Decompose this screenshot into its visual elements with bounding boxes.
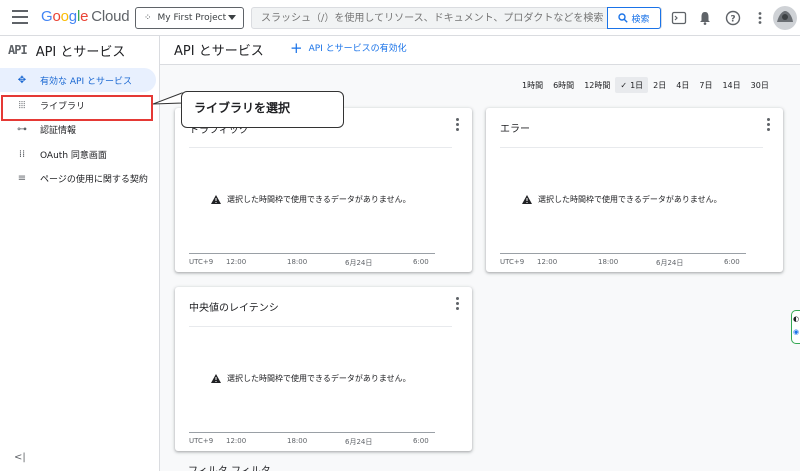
tick-label: 12:00 xyxy=(226,437,247,445)
callout-annotation: ライブラリを選択 xyxy=(181,91,344,128)
terminal-icon[interactable] xyxy=(671,10,687,26)
tick-label: 18:00 xyxy=(598,258,619,266)
google-cloud-logo[interactable]: Google Cloud xyxy=(41,8,130,25)
sidebar-item-oauth-consent[interactable]: ⁞⁞ OAuth 同意画面 xyxy=(0,142,158,166)
search-input[interactable] xyxy=(252,8,608,28)
card-gridline xyxy=(189,326,452,327)
range-14d[interactable]: 14日 xyxy=(717,77,745,93)
highlight-box xyxy=(1,95,153,121)
key-icon: ⊶ xyxy=(17,123,27,135)
bell-icon[interactable] xyxy=(697,10,713,26)
tick-label: 12:00 xyxy=(537,258,558,266)
tick-label: 18:00 xyxy=(287,437,308,445)
project-picker[interactable]: ⁘ My First Project xyxy=(135,7,244,29)
panel-tab-icon: ◐ xyxy=(793,315,800,323)
plus-icon: + xyxy=(290,38,303,57)
sidebar-item-enabled-apis[interactable]: ✥ 有効な API とサービス xyxy=(0,68,156,92)
tick-label: 6:00 xyxy=(413,258,429,266)
warning-icon xyxy=(211,374,221,383)
sidebar-item-page-agreements[interactable]: ≡ ページの使用に関する契約 xyxy=(0,166,158,190)
svg-text:?: ? xyxy=(730,14,735,24)
agreements-icon: ≡ xyxy=(17,172,27,184)
range-6h[interactable]: 6時間 xyxy=(548,77,579,93)
range-30d[interactable]: 30日 xyxy=(746,77,774,93)
tick-label: 6月24日 xyxy=(345,259,373,267)
sidebar-title: API とサービス xyxy=(35,44,126,60)
enabled-apis-icon: ✥ xyxy=(17,74,27,86)
more-vert-icon[interactable] xyxy=(767,118,771,132)
traffic-card: トラフィック 選択した時間枠で使用できるデータがありません。 UTC+9 12:… xyxy=(175,108,472,272)
tick-label: 6:00 xyxy=(413,437,429,445)
search-icon xyxy=(618,13,629,23)
side-panel-tab[interactable]: ◐ ◉ xyxy=(791,310,800,344)
latency-card: 中央値のレイテンシ 選択した時間枠で使用できるデータがありません。 UTC+9 … xyxy=(175,287,472,451)
api-badge: API xyxy=(8,43,28,57)
page-title: API とサービス xyxy=(174,44,264,59)
avatar-image xyxy=(773,6,797,30)
search-button[interactable]: 検索 xyxy=(607,7,661,29)
panel-tab-icon: ◉ xyxy=(793,328,800,336)
errors-card: エラー 選択した時間枠で使用できるデータがありません。 UTC+9 12:00 … xyxy=(486,108,783,272)
card-title: エラー xyxy=(500,124,530,135)
range-12h[interactable]: 12時間 xyxy=(579,77,615,93)
chevron-down-icon xyxy=(228,15,236,20)
x-axis xyxy=(500,253,746,254)
no-data-message: 選択した時間枠で使用できるデータがありません。 xyxy=(211,194,411,205)
tick-label: UTC+9 xyxy=(500,258,525,266)
card-gridline xyxy=(500,147,763,148)
card-title: 中央値のレイテンシ xyxy=(189,303,279,314)
tick-label: UTC+9 xyxy=(189,258,214,266)
more-vert-icon[interactable] xyxy=(752,10,768,26)
check-icon: ✓ xyxy=(620,80,628,90)
more-vert-icon[interactable] xyxy=(456,297,460,311)
project-icon: ⁘ xyxy=(144,13,152,23)
range-7d[interactable]: 7日 xyxy=(694,77,717,93)
bottom-section-title: フィルタ フィルタ xyxy=(188,462,271,471)
tick-label: 6:00 xyxy=(724,258,740,266)
consent-icon: ⁞⁞ xyxy=(18,148,26,160)
top-bar: GoogleCloud ⁘ My First Project 検索 ? xyxy=(0,0,800,36)
help-icon[interactable]: ? xyxy=(725,10,741,26)
project-name: My First Project xyxy=(157,13,227,23)
time-range-selector: 1時間 6時間 12時間 ✓ 1日 2日 4日 7日 14日 30日 xyxy=(517,77,774,93)
x-axis xyxy=(189,432,435,433)
more-vert-icon[interactable] xyxy=(456,118,460,132)
hamburger-menu-icon[interactable] xyxy=(12,10,28,24)
avatar[interactable] xyxy=(773,6,797,30)
sidebar-header: API API とサービス xyxy=(8,40,125,60)
range-1d[interactable]: ✓ 1日 xyxy=(615,77,649,93)
range-2d[interactable]: 2日 xyxy=(648,77,671,93)
enable-apis-button[interactable]: + API とサービスの有効化 xyxy=(290,38,407,57)
search-box: 検索 xyxy=(251,7,662,29)
range-1h[interactable]: 1時間 xyxy=(517,77,548,93)
warning-icon xyxy=(211,195,221,204)
x-axis xyxy=(189,253,435,254)
collapse-sidebar-icon[interactable]: <| xyxy=(14,452,26,463)
warning-icon xyxy=(522,195,532,204)
range-4d[interactable]: 4日 xyxy=(671,77,694,93)
tick-label: UTC+9 xyxy=(189,437,214,445)
card-gridline xyxy=(189,147,452,148)
no-data-message: 選択した時間枠で使用できるデータがありません。 xyxy=(211,373,411,384)
tick-label: 6月24日 xyxy=(345,438,373,446)
tick-label: 12:00 xyxy=(226,258,247,266)
tick-label: 6月24日 xyxy=(656,259,684,267)
tick-label: 18:00 xyxy=(287,258,308,266)
no-data-message: 選択した時間枠で使用できるデータがありません。 xyxy=(522,194,722,205)
